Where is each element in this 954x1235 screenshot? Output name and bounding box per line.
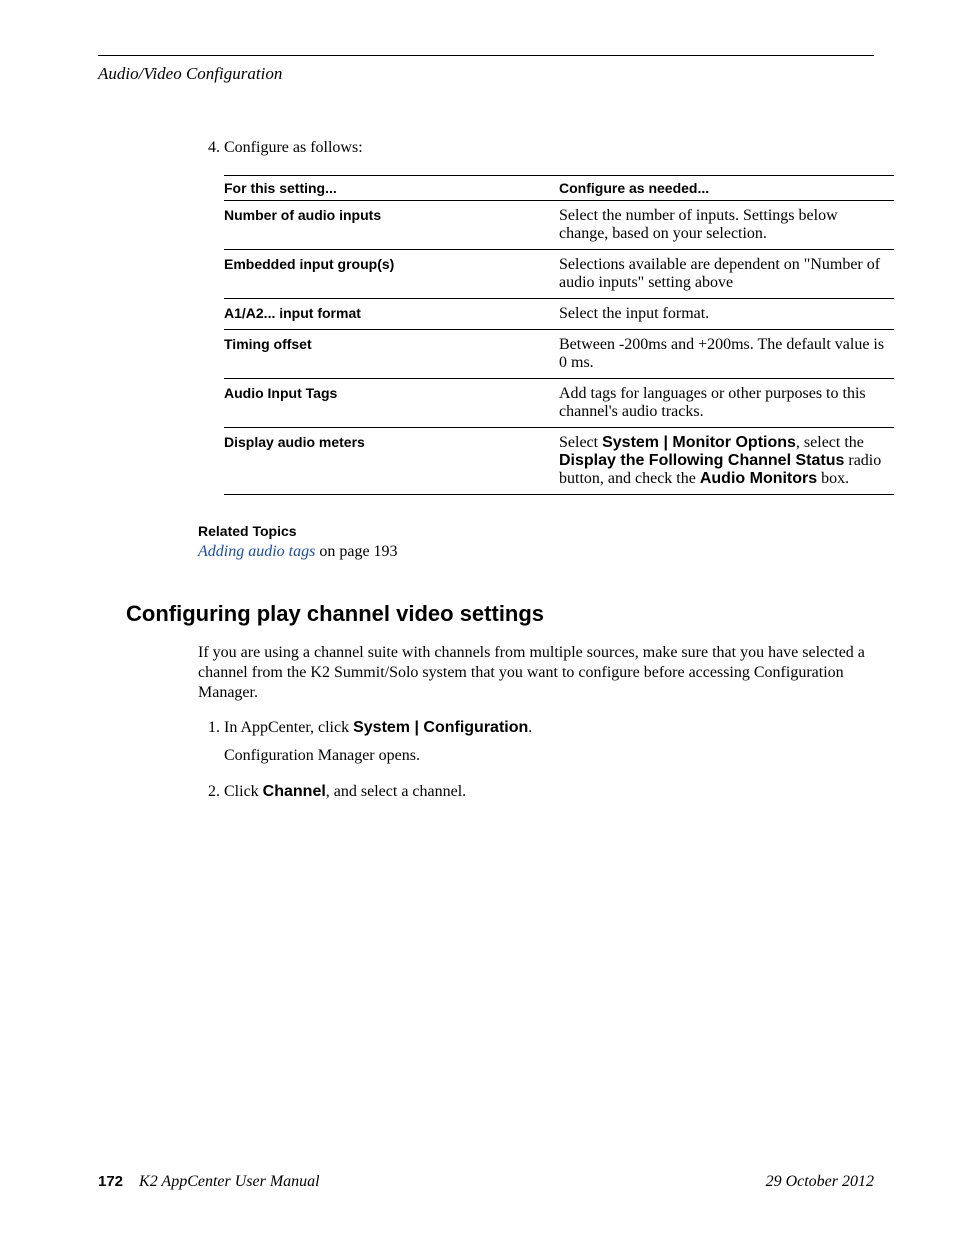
config-table: For this setting... Configure as needed.… — [224, 175, 894, 495]
table-head-config: Configure as needed... — [559, 176, 894, 201]
section-heading: Configuring play channel video settings — [126, 601, 874, 627]
bold-text: Display the Following Channel Status — [559, 452, 844, 469]
footer-date: 29 October 2012 — [766, 1173, 874, 1191]
table-row: Display audio meters Select System | Mon… — [224, 428, 894, 495]
setting-config: Select the input format. — [559, 299, 894, 330]
running-head: Audio/Video Configuration — [98, 64, 874, 84]
related-topics-title: Related Topics — [198, 523, 874, 539]
text: box. — [817, 470, 849, 487]
setting-name: Timing offset — [224, 330, 559, 379]
page-number: 172 — [98, 1173, 123, 1190]
setting-name: Embedded input group(s) — [224, 250, 559, 299]
setting-config: Add tags for languages or other purposes… — [559, 379, 894, 428]
bold-text: System | Configuration — [353, 719, 528, 736]
table-row: Timing offset Between -200ms and +200ms.… — [224, 330, 894, 379]
table-row: Audio Input Tags Add tags for languages … — [224, 379, 894, 428]
related-topics-item: Adding audio tags on page 193 — [198, 543, 874, 561]
step-2: 2. Click Channel, and select a channel. — [198, 783, 874, 801]
section-intro: If you are using a channel suite with ch… — [198, 643, 874, 703]
setting-name: Audio Input Tags — [224, 379, 559, 428]
setting-config: Select the number of inputs. Settings be… — [559, 201, 894, 250]
table-row: A1/A2... input format Select the input f… — [224, 299, 894, 330]
header-rule — [98, 55, 874, 56]
text: Select — [559, 434, 602, 451]
page-footer: 172 K2 AppCenter User Manual 29 October … — [98, 1173, 874, 1191]
step-1-number: 1. — [198, 719, 220, 737]
text: . — [528, 719, 532, 736]
table-head-setting: For this setting... — [224, 176, 559, 201]
step-1-text: In AppCenter, click System | Configurati… — [224, 719, 532, 737]
table-row: Number of audio inputs Select the number… — [224, 201, 894, 250]
step-2-text: Click Channel, and select a channel. — [224, 783, 466, 801]
setting-name: Number of audio inputs — [224, 201, 559, 250]
step-4: 4. Configure as follows: — [198, 139, 874, 157]
bold-text: Channel — [263, 783, 326, 800]
step-4-number: 4. — [198, 139, 220, 157]
text: , select the — [796, 434, 864, 451]
step-1-result: Configuration Manager opens. — [224, 747, 874, 765]
related-link[interactable]: Adding audio tags — [198, 543, 315, 560]
setting-name: A1/A2... input format — [224, 299, 559, 330]
manual-title: K2 AppCenter User Manual — [139, 1173, 320, 1190]
text: In AppCenter, click — [224, 719, 353, 736]
bold-text: Audio Monitors — [700, 470, 817, 487]
step-2-number: 2. — [198, 783, 220, 801]
setting-config: Selections available are dependent on "N… — [559, 250, 894, 299]
step-1: 1. In AppCenter, click System | Configur… — [198, 719, 874, 737]
text: , and select a channel. — [326, 783, 466, 800]
setting-config: Between -200ms and +200ms. The default v… — [559, 330, 894, 379]
table-row: Embedded input group(s) Selections avail… — [224, 250, 894, 299]
setting-config: Select System | Monitor Options, select … — [559, 428, 894, 495]
related-link-suffix: on page 193 — [315, 543, 397, 560]
setting-name: Display audio meters — [224, 428, 559, 495]
text: Click — [224, 783, 263, 800]
bold-text: System | Monitor Options — [602, 434, 796, 451]
step-4-text: Configure as follows: — [224, 139, 363, 157]
